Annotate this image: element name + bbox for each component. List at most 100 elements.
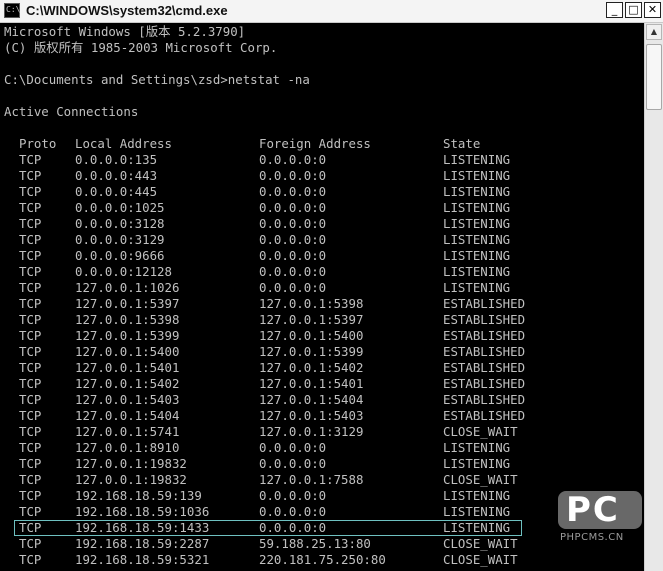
vertical-scrollbar[interactable]: ▲: [644, 23, 663, 571]
foreign-address-cell: 0.0.0.0:0: [259, 520, 327, 535]
connection-row[interactable]: TCP 192.168.18.59:5321 220.181.75.250:80 CL…: [0, 552, 640, 568]
connection-row[interactable]: TCP 0.0.0.0:443 0.0.0.0:0 LISTENING: [0, 168, 640, 184]
local-address-cell: 0.0.0.0:12128: [75, 264, 172, 279]
connection-row[interactable]: TCP 127.0.0.1:1026 0.0.0.0:0 LISTENING: [0, 280, 640, 296]
local-address-cell: 127.0.0.1:5402: [75, 376, 180, 391]
connection-row[interactable]: TCP 192.168.18.59:2287 59.188.25.13:80 CLOS…: [0, 536, 640, 552]
proto-cell: TCP: [19, 152, 42, 167]
local-address-cell: 0.0.0.0:9666: [75, 248, 165, 263]
proto-cell: TCP: [19, 424, 42, 439]
connection-row[interactable]: TCP 127.0.0.1:5398 127.0.0.1:5397 ESTABLISH…: [0, 312, 640, 328]
local-address-cell: 127.0.0.1:5404: [75, 408, 180, 423]
foreign-address-cell: 127.0.0.1:5403: [259, 408, 364, 423]
state-cell: ESTABLISHED: [443, 392, 526, 407]
local-address-cell: 127.0.0.1:8910: [75, 440, 180, 455]
connection-row[interactable]: TCP 127.0.0.1:19832 0.0.0.0:0 LISTENING: [0, 456, 640, 472]
connection-row[interactable]: TCP 192.168.18.59:139 0.0.0.0:0 LISTENING: [0, 488, 640, 504]
foreign-address-cell: 0.0.0.0:0: [259, 280, 327, 295]
state-cell: ESTABLISHED: [443, 296, 526, 311]
state-cell: ESTABLISHED: [443, 408, 526, 423]
proto-cell: TCP: [19, 520, 42, 535]
local-address-cell: 0.0.0.0:1025: [75, 200, 165, 215]
connection-row[interactable]: TCP 127.0.0.1:5402 127.0.0.1:5401 ESTABLISH…: [0, 376, 640, 392]
local-address-cell: 0.0.0.0:3128: [75, 216, 165, 231]
column-header-state: State: [443, 136, 481, 151]
foreign-address-cell: 59.188.25.13:80: [259, 536, 371, 551]
connection-row[interactable]: TCP 0.0.0.0:445 0.0.0.0:0 LISTENING: [0, 184, 640, 200]
connection-row[interactable]: TCP 0.0.0.0:135 0.0.0.0:0 LISTENING: [0, 152, 640, 168]
watermark-letters: PC: [566, 490, 620, 530]
foreign-address-cell: 0.0.0.0:0: [259, 248, 327, 263]
connection-row[interactable]: TCP 127.0.0.1:5404 127.0.0.1:5403 ESTABLISH…: [0, 408, 640, 424]
foreign-address-cell: 0.0.0.0:0: [259, 440, 327, 455]
column-header-proto: Proto: [19, 136, 57, 151]
watermark-logo: PC PHPCMS.CN: [556, 490, 644, 550]
minimize-button[interactable]: _: [606, 2, 623, 18]
state-cell: LISTENING: [443, 200, 511, 215]
close-button[interactable]: ✕: [644, 2, 661, 18]
connection-row[interactable]: TCP 127.0.0.1:5741 127.0.0.1:3129 CLOSE_WAI…: [0, 424, 640, 440]
proto-cell: TCP: [19, 408, 42, 423]
connection-row[interactable]: TCP 0.0.0.0:1025 0.0.0.0:0 LISTENING: [0, 200, 640, 216]
state-cell: ESTABLISHED: [443, 328, 526, 343]
proto-cell: TCP: [19, 296, 42, 311]
proto-cell: TCP: [19, 440, 42, 455]
connection-row[interactable]: TCP 127.0.0.1:5397 127.0.0.1:5398 ESTABLISH…: [0, 296, 640, 312]
scroll-up-arrow-icon[interactable]: ▲: [646, 24, 662, 40]
local-address-cell: 127.0.0.1:19832: [75, 472, 187, 487]
state-cell: ESTABLISHED: [443, 376, 526, 391]
title-bar[interactable]: C:\ C:\WINDOWS\system32\cmd.exe _ □ ✕: [0, 0, 663, 23]
state-cell: CLOSE_WAIT: [443, 472, 518, 487]
connection-row[interactable]: TCP 127.0.0.1:19832 127.0.0.1:7588 CLOSE_WA…: [0, 472, 640, 488]
column-header-local: Local Address: [75, 136, 172, 151]
local-address-cell: 127.0.0.1:19832: [75, 456, 187, 471]
foreign-address-cell: 127.0.0.1:7588: [259, 472, 364, 487]
state-cell: LISTENING: [443, 488, 511, 503]
connection-row[interactable]: TCP 127.0.0.1:5403 127.0.0.1:5404 ESTABLISH…: [0, 392, 640, 408]
foreign-address-cell: 0.0.0.0:0: [259, 488, 327, 503]
connection-row[interactable]: TCP 0.0.0.0:3129 0.0.0.0:0 LISTENING: [0, 232, 640, 248]
state-cell: LISTENING: [443, 248, 511, 263]
state-cell: LISTENING: [443, 440, 511, 455]
state-cell: LISTENING: [443, 152, 511, 167]
foreign-address-cell: 0.0.0.0:0: [259, 168, 327, 183]
state-cell: ESTABLISHED: [443, 344, 526, 359]
proto-cell: TCP: [19, 184, 42, 199]
proto-cell: TCP: [19, 328, 42, 343]
proto-cell: TCP: [19, 248, 42, 263]
connection-row[interactable]: TCP 127.0.0.1:5401 127.0.0.1:5402 ESTABLISH…: [0, 360, 640, 376]
state-cell: LISTENING: [443, 456, 511, 471]
foreign-address-cell: 127.0.0.1:3129: [259, 424, 364, 439]
connection-row[interactable]: TCP 0.0.0.0:3128 0.0.0.0:0 LISTENING: [0, 216, 640, 232]
state-cell: CLOSE_WAIT: [443, 552, 518, 567]
connection-row[interactable]: TCP 192.168.18.59:1036 0.0.0.0:0 LISTENING: [0, 504, 640, 520]
maximize-button[interactable]: □: [625, 2, 642, 18]
foreign-address-cell: 127.0.0.1:5398: [259, 296, 364, 311]
local-address-cell: 0.0.0.0:443: [75, 168, 158, 183]
connection-row[interactable]: TCP 0.0.0.0:12128 0.0.0.0:0 LISTENING: [0, 264, 640, 280]
local-address-cell: 192.168.18.59:5321: [75, 552, 210, 567]
console-header-line: Active Connections: [4, 104, 139, 119]
proto-cell: TCP: [19, 472, 42, 487]
connection-row[interactable]: TCP 127.0.0.1:5400 127.0.0.1:5399 ESTABLISH…: [0, 344, 640, 360]
proto-cell: TCP: [19, 536, 42, 551]
cmd-icon[interactable]: C:\: [4, 3, 20, 18]
proto-cell: TCP: [19, 200, 42, 215]
connection-row[interactable]: TCP 127.0.0.1:8910 0.0.0.0:0 LISTENING: [0, 440, 640, 456]
console-header-line: (C) 版权所有 1985-2003 Microsoft Corp.: [4, 40, 278, 55]
connection-row[interactable]: TCP 127.0.0.1:5399 127.0.0.1:5400 ESTABLISH…: [0, 328, 640, 344]
proto-cell: TCP: [19, 456, 42, 471]
local-address-cell: 192.168.18.59:1433: [75, 520, 210, 535]
foreign-address-cell: 0.0.0.0:0: [259, 200, 327, 215]
state-cell: LISTENING: [443, 184, 511, 199]
connection-row-selected[interactable]: TCP 192.168.18.59:1433 0.0.0.0:0 LISTENING: [14, 520, 522, 536]
local-address-cell: 192.168.18.59:139: [75, 488, 202, 503]
console-output[interactable]: Microsoft Windows [版本 5.2.3790] (C) 版权所有 …: [0, 23, 644, 571]
column-header-foreign: Foreign Address: [259, 136, 371, 151]
state-cell: LISTENING: [443, 232, 511, 247]
local-address-cell: 127.0.0.1:5397: [75, 296, 180, 311]
proto-cell: TCP: [19, 392, 42, 407]
scroll-thumb[interactable]: [646, 44, 662, 110]
proto-cell: TCP: [19, 280, 42, 295]
connection-row[interactable]: TCP 0.0.0.0:9666 0.0.0.0:0 LISTENING: [0, 248, 640, 264]
